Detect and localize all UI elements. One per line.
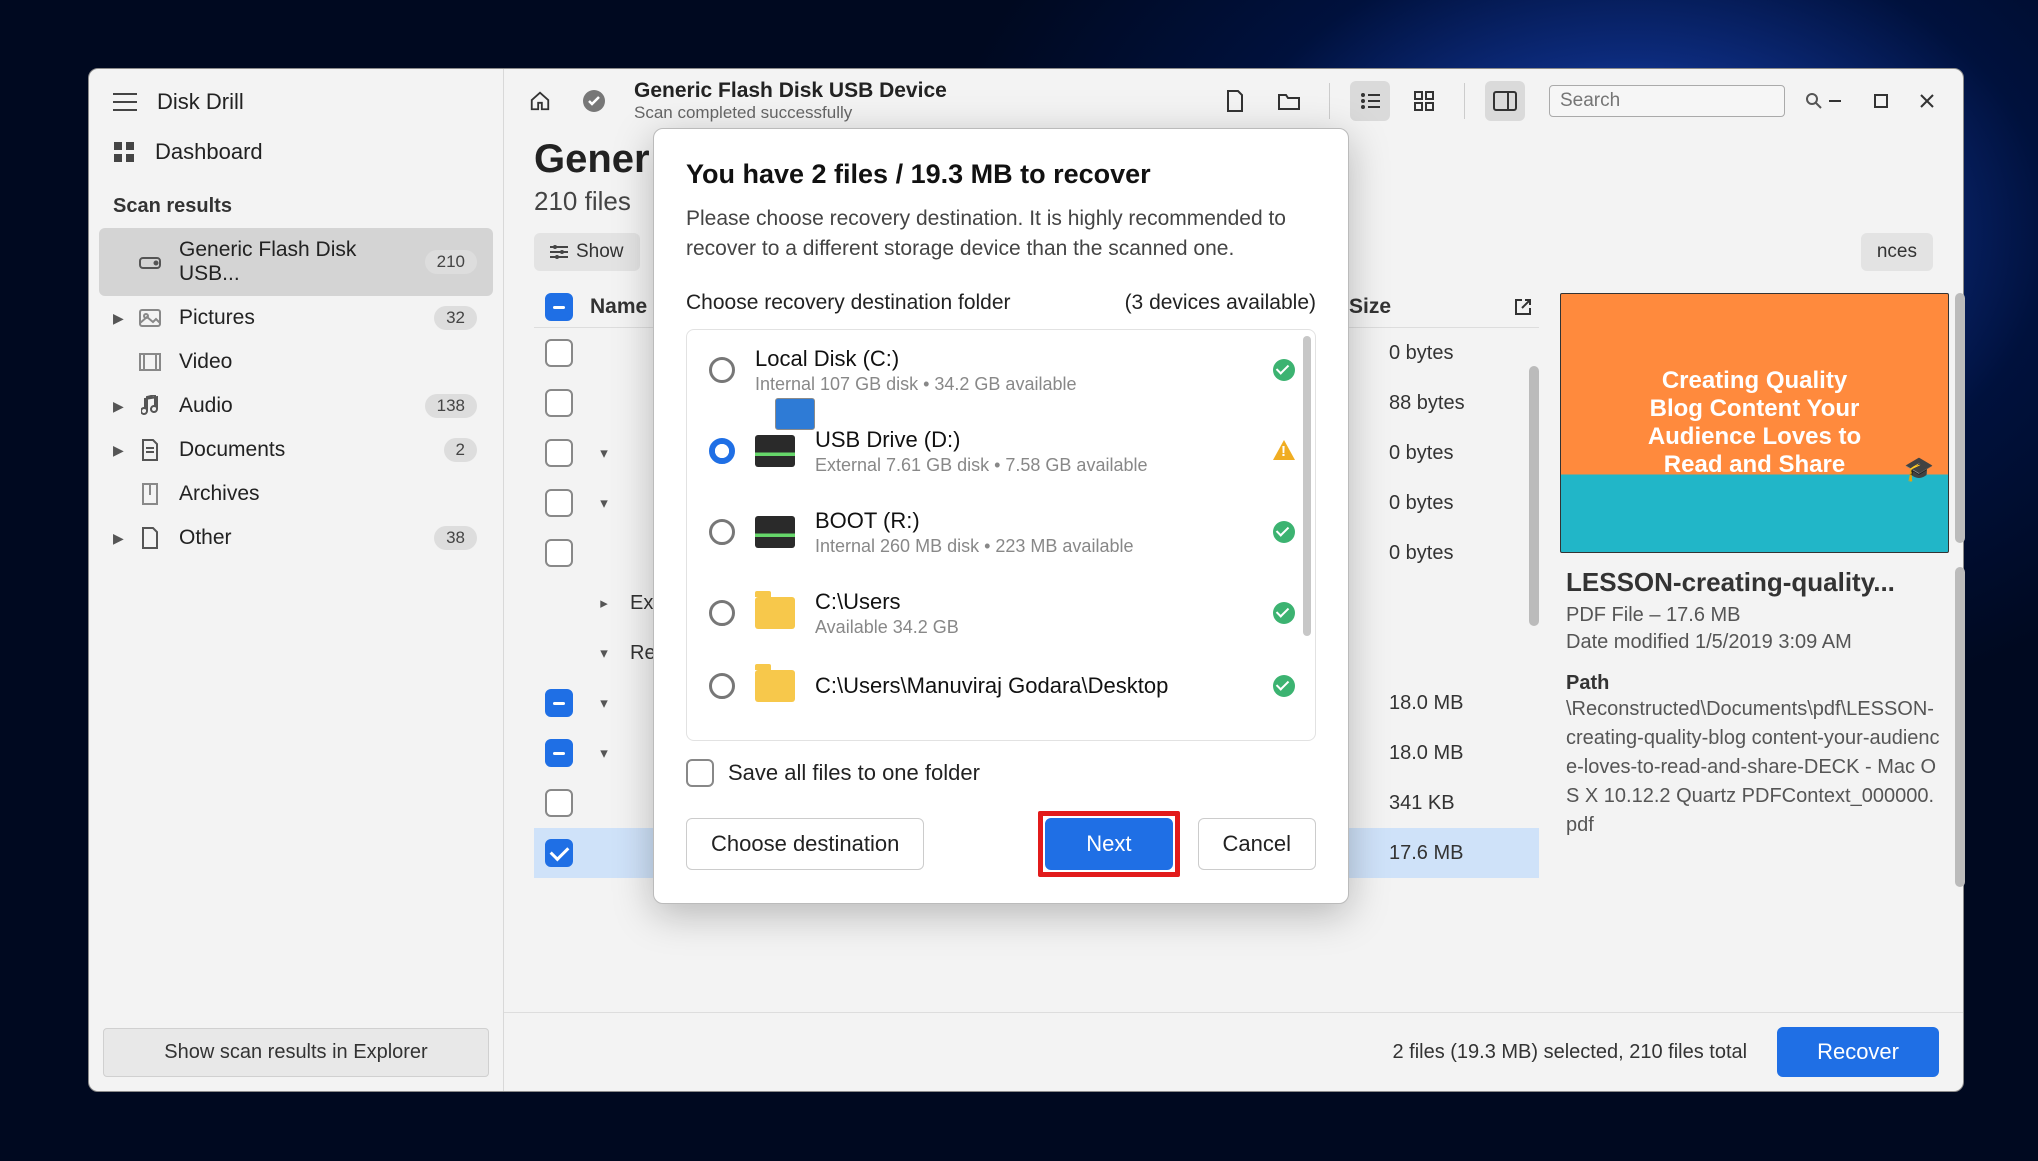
destination-radio[interactable] [709,673,735,699]
destination-item[interactable]: C:\Users\Manuviraj Godara\Desktop [687,654,1315,718]
destination-name: C:\Users\Manuviraj Godara\Desktop [815,673,1253,699]
destination-name: C:\Users [815,589,1253,615]
destination-name: BOOT (R:) [815,508,1253,534]
status-ok-icon [1273,359,1295,381]
win-icon [775,398,815,430]
destination-radio[interactable] [709,519,735,545]
destination-detail: Available 34.2 GB [815,617,1253,638]
save-all-label: Save all files to one folder [728,760,980,786]
folder-icon [755,597,795,629]
destination-item[interactable]: C:\UsersAvailable 34.2 GB [687,573,1315,654]
destination-detail: Internal 107 GB disk • 34.2 GB available [755,374,1253,395]
destination-name: Local Disk (C:) [755,346,1253,372]
destination-detail: Internal 260 MB disk • 223 MB available [815,536,1253,557]
destination-radio[interactable] [709,438,735,464]
destination-radio[interactable] [709,600,735,626]
destination-radio[interactable] [709,357,735,383]
destination-name: USB Drive (D:) [815,427,1253,453]
modal-subtitle: Choose recovery destination folder [686,291,1011,315]
cancel-button[interactable]: Cancel [1198,818,1316,870]
tutorial-highlight: Next [1038,811,1179,877]
save-all-checkbox[interactable] [686,759,714,787]
destination-scrollbar[interactable] [1303,336,1311,636]
destination-item[interactable]: BOOT (R:)Internal 260 MB disk • 223 MB a… [687,492,1315,573]
app-window: Disk Drill Dashboard Scan results Generi… [88,68,1964,1092]
status-ok-icon [1273,521,1295,543]
destination-list: Local Disk (C:)Internal 107 GB disk • 34… [686,329,1316,741]
status-ok-icon [1273,675,1295,697]
destination-item[interactable]: Local Disk (C:)Internal 107 GB disk • 34… [687,330,1315,411]
next-button[interactable]: Next [1045,818,1172,870]
choose-destination-button[interactable]: Choose destination [686,818,924,870]
disk-icon [755,435,795,467]
status-warning-icon [1273,440,1295,460]
modal-title: You have 2 files / 19.3 MB to recover [686,159,1316,190]
status-ok-icon [1273,602,1295,624]
destination-detail: External 7.61 GB disk • 7.58 GB availabl… [815,455,1253,476]
disk-icon [755,516,795,548]
folder-icon [755,670,795,702]
modal-device-count: (3 devices available) [1125,291,1316,315]
modal-message: Please choose recovery destination. It i… [686,204,1316,265]
recovery-destination-modal: You have 2 files / 19.3 MB to recover Pl… [653,128,1349,904]
